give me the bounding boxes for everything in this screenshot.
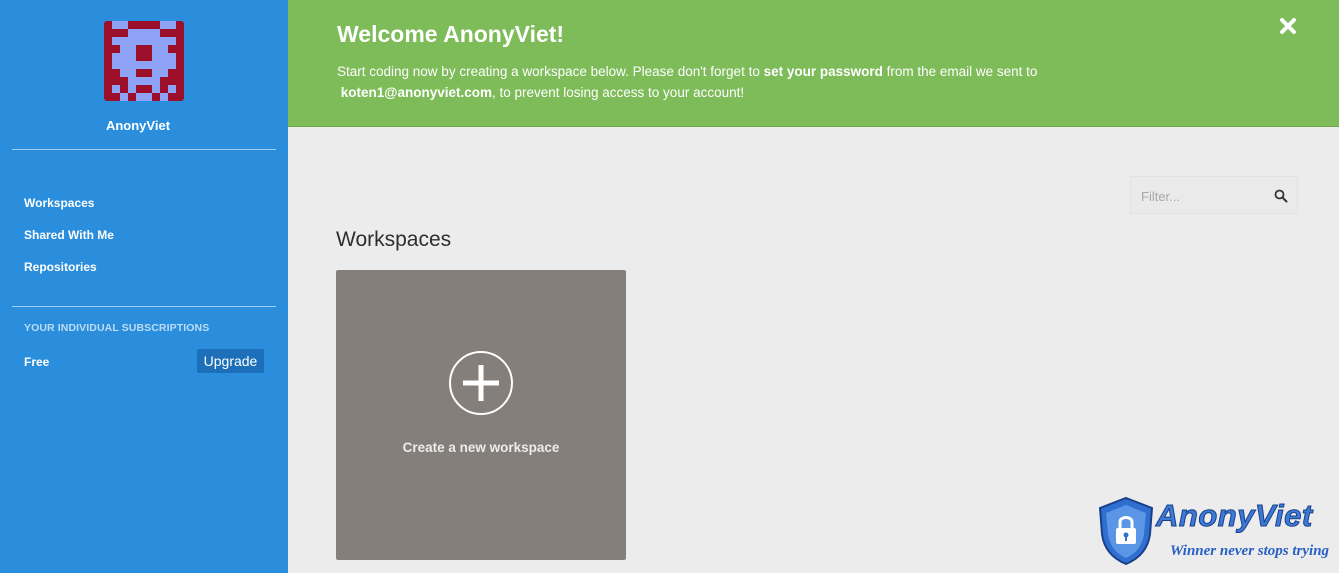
search-icon[interactable] <box>1274 189 1288 203</box>
watermark-logo: AnonyViet Winner never stops trying <box>1096 494 1339 568</box>
create-workspace-label: Create a new workspace <box>402 440 560 455</box>
welcome-banner: Welcome AnonyViet! Start coding now by c… <box>288 0 1339 127</box>
page-title: Workspaces <box>336 228 452 251</box>
filter-box <box>1130 176 1298 214</box>
close-icon[interactable] <box>1278 16 1298 36</box>
plan-label: Free <box>24 355 50 369</box>
sidebar-item-workspaces[interactable]: Workspaces <box>24 196 94 210</box>
banner-text-part: Start coding now by creating a workspace… <box>337 64 764 79</box>
avatar[interactable] <box>104 21 184 101</box>
banner-text-part: , to prevent losing access to your accou… <box>491 85 745 100</box>
subscriptions-heading: YOUR INDIVIDUAL SUBSCRIPTIONS <box>24 322 210 334</box>
sidebar-item-repositories[interactable]: Repositories <box>24 260 97 274</box>
banner-title: Welcome AnonyViet! <box>337 21 565 47</box>
shield-lock-icon <box>1098 496 1154 566</box>
banner-message: Start coding now by creating a workspace… <box>337 61 1097 103</box>
upgrade-button[interactable]: Upgrade <box>197 349 264 373</box>
sidebar: AnonyViet Workspaces Shared With Me Repo… <box>0 0 288 573</box>
set-password-text: set your password <box>763 64 883 79</box>
sidebar-item-shared-with-me[interactable]: Shared With Me <box>24 228 114 242</box>
username: AnonyViet <box>105 118 171 133</box>
plus-icon <box>449 351 513 415</box>
filter-input[interactable] <box>1141 185 1266 207</box>
email-text: koten1@anonyviet.com <box>340 85 492 100</box>
watermark-slogan: Winner never stops trying <box>1170 543 1330 559</box>
create-workspace-card[interactable]: Create a new workspace <box>336 270 626 560</box>
divider <box>12 149 276 150</box>
banner-text-part: from the email we sent to <box>882 64 1038 79</box>
watermark-brand: AnonyViet <box>1156 498 1313 534</box>
divider <box>12 306 276 307</box>
